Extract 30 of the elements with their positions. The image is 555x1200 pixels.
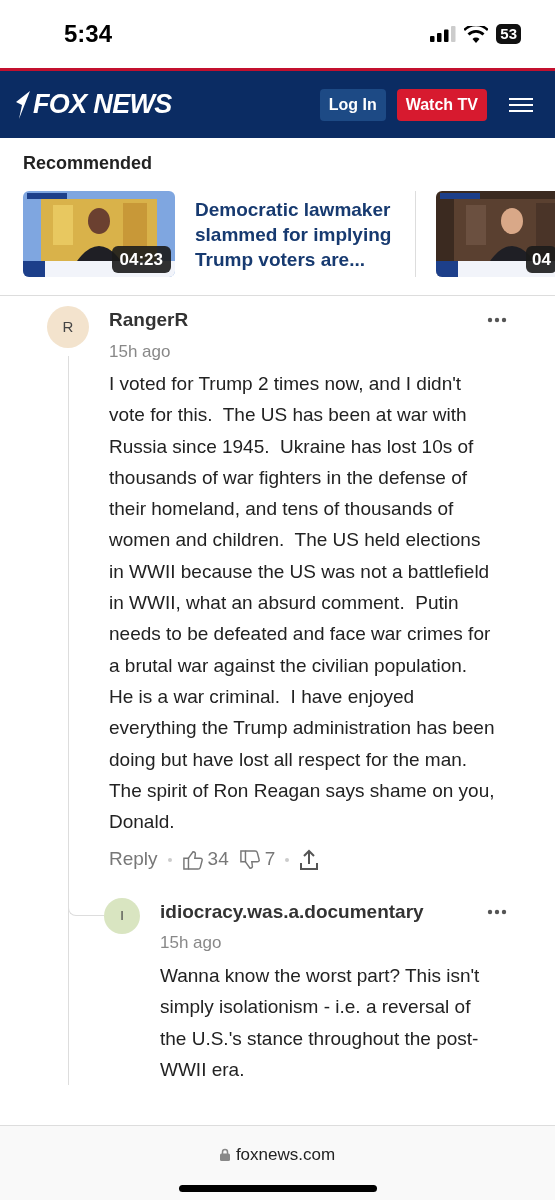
reply-button[interactable]: Reply [109,845,158,874]
comment-time: 15h ago [160,932,223,955]
share-icon[interactable] [299,848,320,871]
comment-body: Wanna know the worst part? This isn't simply isolationism - i.e. a reversal of the U.S.'s stance throughout the post-WWII era. [160,963,481,1082]
video-duration: 04 [526,245,555,273]
avatar-initial: I [120,907,124,926]
comment-author[interactable]: RangerR [109,306,189,335]
more-icon[interactable] [487,909,507,916]
site-logo[interactable]: FOX NEWS [16,84,172,125]
comment-time: 15h ago [109,340,172,363]
comment-author[interactable]: idiocracy.was.a.documentary [160,897,424,927]
battery-indicator: 53 [496,24,521,44]
section-title: Recommended [22,152,154,175]
comment-body: I voted for Trump 2 times now, and I didn't vote for this. The US has been at war with Russia since 1945. Ukraine has lost 10s of thousands of war fighters in the defense of their homeland, and tens of thousands of women and children. The US held elections in WWII because the US was not a battlefield in WWII, what an absurd comment. Putin needs to be defeated and face war crimes for a brutal war against the civilian population. He is a war criminal. I have enjoyed everything the Trump administration has been doing but have lost all respect for the man. The spirit of Ron Reagan says shame on you, Donald. [109,372,496,835]
more-icon[interactable] [487,317,507,324]
like-button[interactable]: 34 [181,845,229,874]
lock-icon [219,1148,230,1162]
status-time: 5:34 [64,19,113,49]
signal-icon [430,26,457,42]
avatar-initial: R [62,316,74,337]
menu-icon[interactable] [509,96,533,113]
address-bar[interactable]: foxnews.com [219,1142,336,1168]
wifi-icon [464,25,489,43]
thumbs-up-icon [181,849,204,870]
watch-tv-button[interactable]: Watch TV [396,88,487,121]
dislike-button[interactable]: 7 [238,845,276,874]
thumbs-down-icon [238,849,261,870]
logo-mark [16,89,32,120]
article-headline[interactable]: Democratic lawmaker slammed for implying Trump voters are... [195,196,395,272]
login-button[interactable]: Log In [319,88,386,121]
